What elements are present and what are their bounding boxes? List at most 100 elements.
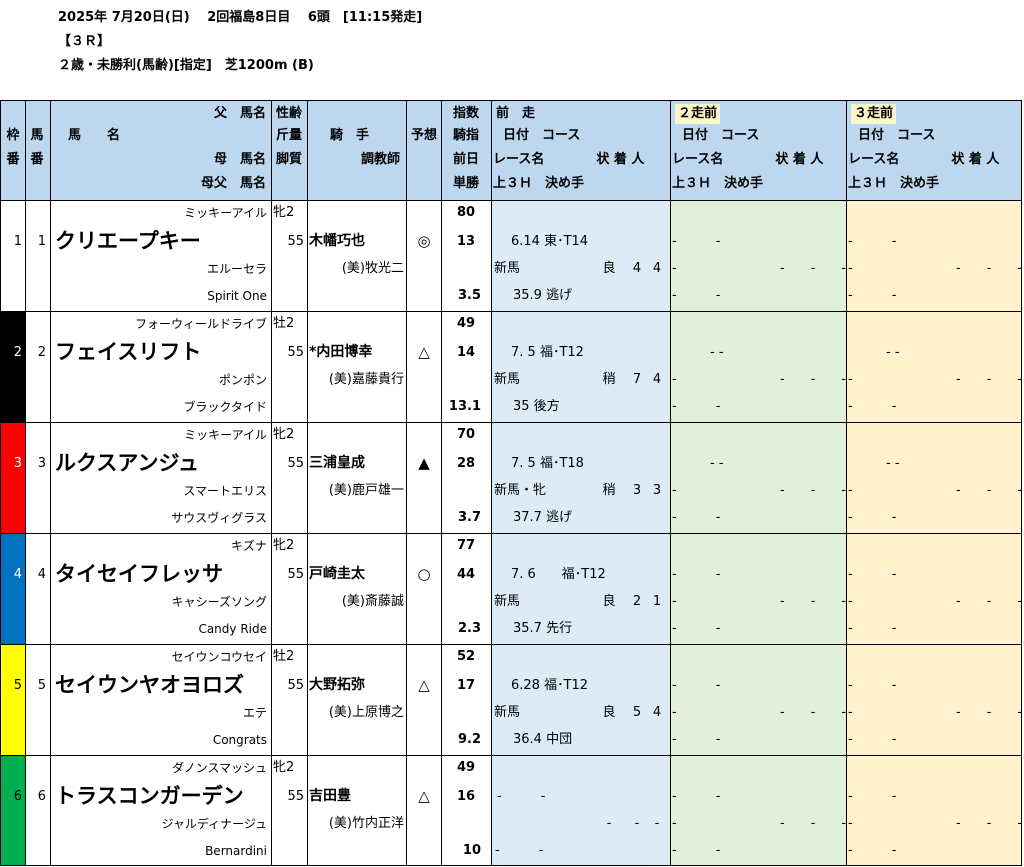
win-odds: 13.1 [448, 399, 481, 414]
jockey-index: 17 [456, 678, 476, 693]
prev1-popularity: 1 [652, 594, 662, 609]
prev2-race-name: - [672, 372, 677, 387]
prev1-rank: 2 [632, 594, 642, 609]
prev2-date-course: - - [672, 789, 721, 804]
sex-age: 牝2 [273, 760, 295, 775]
column-border [307, 100, 308, 866]
prev1-condition: 良 [602, 261, 616, 276]
row-separator [0, 755, 1022, 756]
header-dam: 母 馬名 [213, 152, 266, 167]
sire-name: ミッキーアイル [184, 428, 267, 442]
prev2-date-course: - - [672, 567, 721, 582]
prev2-last3f: - - [672, 399, 721, 414]
umaban: 2 [37, 345, 46, 360]
header-prev1-race-result: レース名 状 着 人 [493, 152, 645, 167]
dam-name: エルーセラ [206, 262, 267, 276]
prev1-date-course: 7. 5 福･T18 [511, 456, 584, 471]
prev2-race-name: - [672, 594, 677, 609]
header-waku: 番 [6, 152, 20, 167]
prev1-rank: 7 [632, 372, 642, 387]
waku-number: 3 [13, 456, 22, 471]
header-prev2-date-course: 日付 コース [682, 128, 760, 143]
prev3-result: - - - [956, 594, 1023, 609]
sire-name: フォーウィールドライブ [134, 317, 267, 331]
prev3-result: - - - [956, 705, 1023, 720]
prev3-result: - - - [956, 372, 1023, 387]
header-prev3-race-result: レース名 状 着 人 [848, 152, 1000, 167]
index-value: 80 [456, 205, 476, 220]
horse-name: クリエープキー [55, 229, 201, 253]
prev3-date-course: - - [886, 345, 900, 360]
prev2-date-course: - - [672, 234, 721, 249]
column-border [1021, 100, 1022, 866]
waku-color-cell [0, 311, 25, 422]
jockey-index: 13 [456, 234, 476, 249]
trainer-name: (美)斎藤誠 [341, 594, 404, 609]
damsire-name: Spirit One [207, 289, 267, 303]
header-sexage: 性齢 [275, 106, 302, 121]
damsire-name: Candy Ride [198, 622, 267, 636]
header-prev3-last3f: 上３Ｈ 決め手 [848, 176, 940, 191]
header-prev3-date-course: 日付 コース [858, 128, 936, 143]
prev3-race-name: - [848, 594, 853, 609]
header-sire: 父 馬名 [213, 106, 266, 121]
win-odds: 3.5 [457, 288, 481, 303]
jockey-index: 16 [456, 789, 476, 804]
win-odds: 2.3 [457, 621, 481, 636]
prev3-last3f: - - [848, 843, 897, 858]
prediction-mark: △ [418, 676, 430, 694]
sex-age: 牝2 [273, 427, 295, 442]
prev1-rank: 3 [632, 483, 642, 498]
carried-weight: 55 [287, 345, 304, 360]
trainer-name: (美)鹿戸雄一 [328, 483, 404, 498]
carried-weight: 55 [287, 234, 304, 249]
prev2-last3f: - - [672, 288, 721, 303]
prev1-condition: 稍 [602, 483, 616, 498]
damsire-name: サウスヴィグラス [171, 511, 267, 525]
prev3-race-name: - [848, 483, 853, 498]
prev1-popularity: 4 [652, 372, 662, 387]
prev3-result: - - - [956, 816, 1023, 831]
dam-name: エテ [242, 706, 267, 720]
header-prev2-last3f: 上３Ｈ 決め手 [672, 176, 764, 191]
prev2-last3f: - - [672, 621, 721, 636]
index-value: 49 [456, 760, 476, 775]
trainer-name: (美)竹内正洋 [328, 816, 404, 831]
sire-name: ダノンスマッシュ [171, 761, 267, 775]
header-prev-day: 前日 [452, 152, 479, 167]
waku-color-cell [0, 533, 25, 644]
prev1-date-course: - - [497, 789, 546, 804]
waku-number: 1 [13, 234, 22, 249]
column-border [491, 100, 492, 866]
umaban: 6 [37, 789, 46, 804]
header-style: 脚質 [275, 152, 302, 167]
prev1-popularity: 3 [652, 483, 662, 498]
prev2-race-name: - [672, 483, 677, 498]
jockey-name: 戸崎圭太 [309, 566, 365, 582]
prediction-mark: △ [418, 343, 430, 361]
entry-table: 枠番馬番 父 馬名馬 名母 馬名 母父 馬名 性齢 斤量 脚質 騎 手調教師 予想 指数 騎指 前日… [0, 100, 1022, 866]
prev3-last3f: - - [848, 732, 897, 747]
header-bottom-border [0, 200, 1022, 201]
prev1-date-course: 7. 6 福･T12 [511, 567, 606, 582]
prev1-condition: 良 [602, 594, 616, 609]
prev3-last3f: - - [848, 510, 897, 525]
umaban: 4 [37, 567, 46, 582]
header-prev1-last3f: 上３Ｈ 決め手 [493, 176, 585, 191]
header-odds: 単勝 [452, 176, 479, 191]
prev3-race-name: - [848, 816, 853, 831]
sex-age: 牝2 [273, 538, 295, 553]
jockey-index: 14 [456, 345, 476, 360]
table-top-border [0, 100, 1022, 101]
waku-number: 4 [13, 567, 22, 582]
header-jockey-index: 騎指 [452, 128, 479, 143]
prev1-popularity: - [654, 816, 660, 831]
prev1-rank: 4 [632, 261, 642, 276]
prev2-race-name: - [672, 816, 677, 831]
prev3-last3f: - - [848, 621, 897, 636]
index-value: 70 [456, 427, 476, 442]
header-umaban: 馬 [30, 128, 44, 143]
umaban: 1 [37, 234, 46, 249]
prev3-race-name: - [848, 261, 853, 276]
sex-age: 牝2 [273, 205, 295, 220]
